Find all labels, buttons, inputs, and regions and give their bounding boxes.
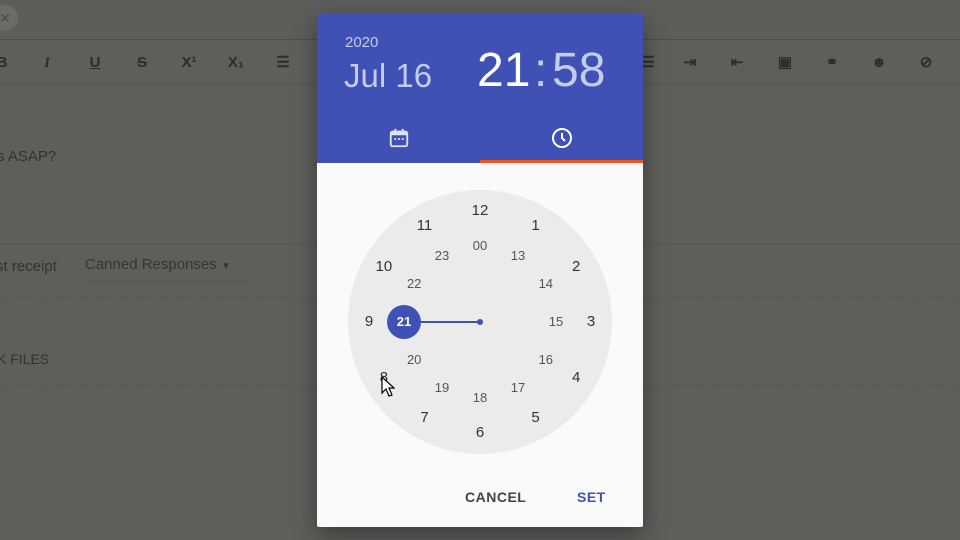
email-body-text[interactable]: s ASAP? <box>0 148 56 165</box>
bold-icon[interactable]: B <box>0 51 14 75</box>
clock-number[interactable]: 9 <box>355 308 383 336</box>
clock-number[interactable]: 16 <box>532 346 560 374</box>
canned-responses-dropdown[interactable]: Canned Responses ▼ <box>85 252 250 282</box>
clock-number[interactable]: 18 <box>466 384 494 412</box>
clock-number[interactable]: 17 <box>504 374 532 402</box>
time-separator: : <box>534 44 548 97</box>
dropdown-arrow-icon: ▼ <box>220 261 231 272</box>
clock-number[interactable]: 12 <box>466 197 494 225</box>
clock-number[interactable]: 23 <box>428 242 456 270</box>
subscript-icon[interactable]: X₁ <box>224 51 248 75</box>
underline-icon[interactable]: U <box>83 51 107 75</box>
year-display[interactable]: 2020 <box>345 34 378 51</box>
clock-number[interactable]: 3 <box>577 308 605 336</box>
tab-time[interactable] <box>480 113 643 163</box>
clock-icon <box>551 128 572 148</box>
set-button[interactable]: SET <box>577 489 606 505</box>
date-time-picker-dialog: 2020 Jul 16 21 : 58 12 1 2 3 4 5 6 7 8 9 10 11 00 13 1… <box>317 13 643 527</box>
hour-display[interactable]: 21 <box>477 43 530 98</box>
clock-number[interactable]: 4 <box>562 364 590 392</box>
indent-icon[interactable]: ⇥ <box>678 51 702 75</box>
canned-responses-label: Canned Responses <box>85 256 217 273</box>
clock-face[interactable]: 12 1 2 3 4 5 6 7 8 9 10 11 00 13 14 15 16 17 18 19 20 21 22 23 <box>348 190 612 454</box>
strikethrough-icon[interactable]: S <box>130 51 154 75</box>
clock-number[interactable]: 10 <box>370 253 398 281</box>
emoji-icon[interactable]: ☻ <box>867 51 891 75</box>
clock-number[interactable]: 22 <box>400 270 428 298</box>
clock-number[interactable]: 7 <box>411 404 439 432</box>
selected-hour[interactable]: 21 <box>387 305 421 339</box>
picker-tabs <box>317 113 643 163</box>
clock-number[interactable]: 00 <box>466 232 494 260</box>
calendar-icon <box>389 128 408 148</box>
clock-number[interactable]: 11 <box>411 212 439 240</box>
clock-number[interactable]: 5 <box>522 404 550 432</box>
clock-number[interactable]: 14 <box>532 270 560 298</box>
link-icon[interactable]: ⚭ <box>820 51 844 75</box>
clock-number[interactable]: 15 <box>542 308 570 336</box>
clock-number[interactable]: 1 <box>522 212 550 240</box>
clock-number[interactable]: 19 <box>428 374 456 402</box>
image-icon[interactable]: ▣ <box>773 51 797 75</box>
files-label[interactable]: K FILES <box>0 351 49 367</box>
mouse-cursor-icon <box>381 376 395 397</box>
cancel-button[interactable]: CANCEL <box>465 489 526 505</box>
clock-number[interactable]: 6 <box>466 419 494 447</box>
bulleted-list-icon[interactable]: ☰ <box>271 51 295 75</box>
superscript-icon[interactable]: X¹ <box>177 51 201 75</box>
clock-number[interactable]: 2 <box>562 253 590 281</box>
clock-center <box>477 319 483 325</box>
tab-date[interactable] <box>317 113 480 163</box>
clock-number[interactable]: 13 <box>504 242 532 270</box>
outdent-icon[interactable]: ⇤ <box>725 51 749 75</box>
clear-format-icon[interactable]: ⊘ <box>914 51 938 75</box>
clock-number[interactable]: 20 <box>400 346 428 374</box>
close-icon[interactable]: ✕ <box>0 5 18 31</box>
date-display[interactable]: Jul 16 <box>344 57 432 95</box>
italic-icon[interactable]: I <box>35 51 59 75</box>
active-tab-indicator <box>480 160 643 163</box>
minute-display[interactable]: 58 <box>552 43 605 98</box>
receipt-label[interactable]: st receipt <box>0 258 57 275</box>
